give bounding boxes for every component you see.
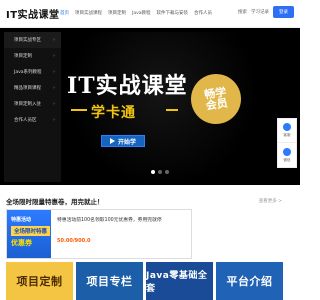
carousel-dot[interactable] [151,170,155,174]
view-more-link[interactable]: 查看更多 > [259,198,282,204]
chevron-right-icon: › [53,101,55,107]
hero-banner[interactable]: IT实战课堂 学卡通 畅学会员 开始学 [61,32,264,182]
coupon-title: 特惠活动前100名领取100元优惠券，券用完就停 [57,218,162,223]
promo-section: 全场限时限量特惠卷，用完就止！ 查看更多 > 特惠活动 全场限时特惠 优惠券 特… [0,185,300,260]
carousel-dot[interactable] [158,170,162,174]
feature-tiles: 项目定制 项目专栏 Java零基础全套 平台介绍 [0,262,300,300]
sidebar-item-label: 项目实战专区 [14,38,41,43]
tile-project-column[interactable]: 项目专栏 [76,262,143,300]
banner-subtitle: 学卡通 [91,105,136,121]
hero-section: 项目实战专区 › 项目定制 › Java系列教程 › 精品项目课程 › 项目定制入驻 › … [0,28,300,185]
badge-label: 畅学会员 [203,85,229,113]
wechat-button[interactable]: 微信 [278,143,296,167]
carousel-dot[interactable] [165,170,169,174]
coupon-image-line1: 特惠活动 [11,217,32,223]
start-learning-button[interactable]: 开始学 [101,135,146,147]
carousel-dots [151,170,169,174]
sidebar-item-courses[interactable]: 精品项目课程 › [4,80,61,96]
chevron-right-icon: › [53,37,55,43]
nav-item-partners[interactable]: 合作人员 [194,10,212,16]
sidebar-item-label: 项目定制 [14,54,32,59]
tile-label: 平台介绍 [226,275,273,288]
logo[interactable]: IT实战课堂 [6,6,60,21]
user-area: 搜索 学习记录 登录 [238,6,294,18]
tile-label: Java零基础全套 [146,271,208,294]
hero-inner: 项目实战专区 › 项目定制 › Java系列教程 › 精品项目课程 › 项目定制入驻 › … [4,32,264,182]
tool-label: 微信 [283,157,291,162]
sidebar-item-label: 项目定制入驻 [14,102,41,107]
top-bar: IT实战课堂 首页 项目实战课程 项目定制 Java教程 软件下载与安装 合作人… [0,0,300,28]
headset-icon [283,123,291,131]
decorative-line [71,109,87,111]
coupon-image-line3: 优惠券 [11,239,32,247]
floating-toolbar: 客服 微信 [277,118,297,168]
tile-label: 项目专栏 [86,275,133,288]
tile-platform-intro[interactable]: 平台介绍 [216,262,283,300]
search-link[interactable]: 搜索 [238,9,247,15]
sidebar-item-partners[interactable]: 合作人员区 › [4,112,61,128]
sidebar-item-java[interactable]: Java系列教程 › [4,64,61,80]
sidebar-item-custom[interactable]: 项目定制 › [4,48,61,64]
customer-service-button[interactable]: 客服 [278,119,296,143]
coupon-image: 特惠活动 全场限时特惠 优惠券 [7,210,51,258]
wechat-icon [283,147,291,156]
tile-label: 项目定制 [16,275,63,288]
play-icon [110,138,115,144]
coupon-image-line2: 全场限时特惠 [11,226,51,236]
sidebar-item-label: 精品项目课程 [14,86,41,91]
main-nav: 首页 项目实战课程 项目定制 Java教程 软件下载与安装 合作人员 [60,10,212,16]
start-learning-label: 开始学 [118,138,137,146]
chevron-right-icon: › [53,85,55,91]
decorative-line [166,109,178,111]
chevron-right-icon: › [53,117,55,123]
tile-java-zero[interactable]: Java零基础全套 [146,262,213,300]
nav-item-home[interactable]: 首页 [60,10,69,16]
tool-label: 客服 [283,133,291,137]
sidebar-item-label: 合作人员区 [14,118,37,123]
section-title: 全场限时限量特惠卷，用完就止！ [6,198,104,206]
coupon-price: 50.00/900.0 [57,238,91,244]
sidebar-item-label: Java系列教程 [14,70,42,75]
nav-item-projects[interactable]: 项目实战课程 [75,10,102,16]
coupon-card[interactable]: 特惠活动 全场限时特惠 优惠券 特惠活动前100名领取100元优惠券，券用完就停… [6,209,192,259]
study-record-link[interactable]: 学习记录 [251,9,269,15]
banner-title: IT实战课堂 [67,73,188,99]
chevron-right-icon: › [53,53,55,59]
page: IT实战课堂 首页 项目实战课程 项目定制 Java教程 软件下载与安装 合作人… [0,0,300,300]
nav-item-software[interactable]: 软件下载与安装 [157,10,189,16]
nav-item-custom[interactable]: 项目定制 [108,10,126,16]
chevron-right-icon: › [53,69,55,75]
login-button[interactable]: 登录 [273,6,294,18]
tile-project-custom[interactable]: 项目定制 [6,262,73,300]
sidebar-item-join[interactable]: 项目定制入驻 › [4,96,61,112]
category-sidebar: 项目实战专区 › 项目定制 › Java系列教程 › 精品项目课程 › 项目定制入驻 › … [4,32,61,182]
membership-badge: 畅学会员 [187,70,245,128]
nav-item-java[interactable]: Java教程 [132,10,151,16]
sidebar-item-projects[interactable]: 项目实战专区 › [4,32,61,48]
